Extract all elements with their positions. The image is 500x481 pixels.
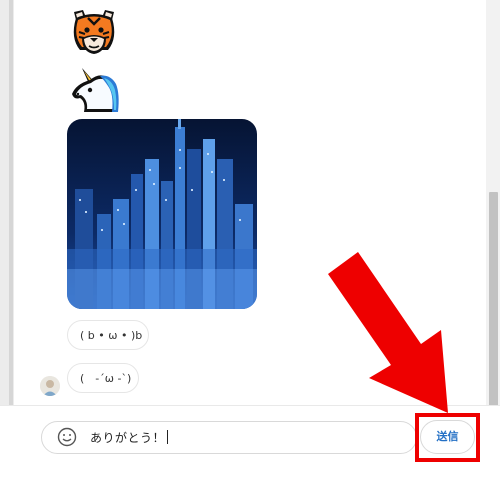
message-text: ( b • ω • )b [80, 329, 143, 342]
unicorn-face-icon [72, 68, 119, 112]
message-bubble: ( b • ω • )b [67, 320, 149, 350]
arrow-icon [328, 252, 448, 413]
user-avatar-icon [40, 376, 60, 396]
left-panel-divider [9, 0, 13, 405]
avatar[interactable] [40, 376, 60, 396]
highlight-box [415, 413, 480, 462]
text-caret [167, 430, 169, 444]
smiley-icon[interactable] [57, 427, 77, 447]
scrollbar-thumb[interactable] [489, 192, 498, 406]
message-text: ( -´ω -`) [80, 372, 132, 385]
message-input-value[interactable]: ありがとう！ [90, 429, 169, 446]
scroll-track[interactable] [486, 0, 500, 410]
city-night-photo[interactable] [67, 119, 257, 309]
message-bubble: ( -´ω -`) [67, 363, 139, 393]
tiger-face-icon [73, 10, 115, 54]
